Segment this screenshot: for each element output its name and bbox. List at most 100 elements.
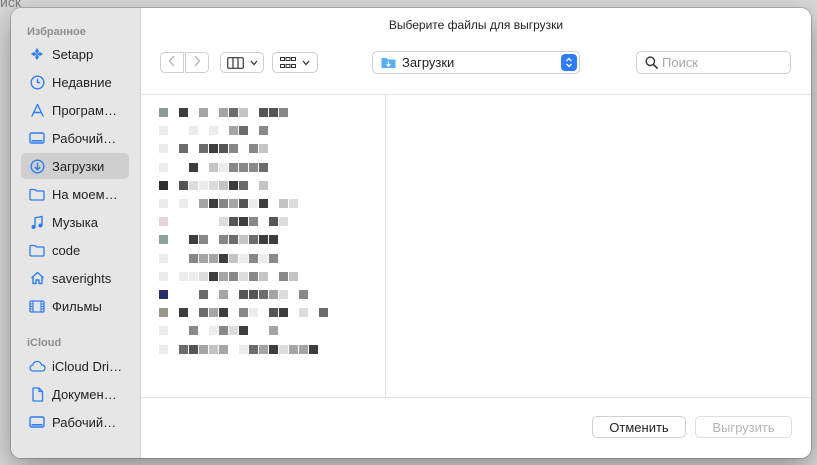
document-icon	[28, 385, 46, 403]
sidebar-item-desktop[interactable]: Рабочий…	[21, 125, 129, 151]
chevron-right-icon	[193, 54, 201, 72]
redacted-pixel	[259, 199, 268, 208]
location-label: Загрузки	[402, 55, 455, 70]
sidebar-item-label: Загрузки	[52, 158, 105, 174]
forward-button[interactable]	[185, 52, 209, 73]
sidebar-item-documents[interactable]: Докумен…	[21, 381, 129, 407]
redacted-file-row[interactable]	[159, 308, 359, 318]
file-icon	[159, 126, 168, 136]
redacted-pixel	[259, 144, 268, 154]
redacted-pixel	[189, 235, 198, 245]
redacted-pixel	[269, 253, 278, 263]
redacted-pixel	[189, 344, 198, 354]
file-icon	[159, 235, 168, 245]
redacted-pixel	[179, 344, 188, 354]
sidebar-item-icloud-desktop[interactable]: Рабочий…	[21, 409, 129, 435]
redacted-file-row[interactable]	[159, 108, 359, 117]
redacted-pixel	[319, 308, 328, 318]
search-input[interactable]	[662, 55, 780, 70]
redacted-file-row[interactable]	[159, 235, 359, 245]
redacted-pixel	[239, 126, 248, 136]
file-icon	[159, 199, 168, 208]
redacted-file-row[interactable]	[159, 126, 359, 136]
location-popup[interactable]: Загрузки	[372, 51, 580, 74]
redacted-file-row[interactable]	[159, 217, 359, 227]
redacted-pixel	[269, 235, 278, 245]
sidebar-item-music[interactable]: Музыка	[21, 209, 129, 235]
preview-column	[386, 95, 811, 397]
redacted-file-row[interactable]	[159, 180, 359, 190]
redacted-file-row[interactable]	[159, 326, 359, 336]
redacted-file-row[interactable]	[159, 290, 359, 299]
folder-icon	[28, 185, 46, 203]
redacted-pixel	[259, 253, 268, 263]
redacted-pixel	[179, 199, 188, 208]
sidebar-item-setapp[interactable]: Setapp	[21, 41, 129, 67]
redacted-pixel	[189, 126, 198, 136]
redacted-file-row[interactable]	[159, 344, 359, 354]
redacted-pixel	[269, 344, 278, 354]
file-icon	[159, 180, 168, 190]
file-column	[141, 95, 386, 397]
file-icon	[159, 271, 168, 281]
back-button[interactable]	[160, 52, 184, 73]
redacted-pixel	[199, 271, 208, 281]
file-browser	[141, 94, 811, 398]
redacted-pixel	[259, 162, 268, 172]
favorites-section-title: Избранное	[27, 26, 86, 38]
redacted-file-row[interactable]	[159, 144, 359, 154]
redacted-file-row[interactable]	[159, 271, 359, 281]
redacted-pixel	[239, 253, 248, 263]
sidebar-item-label: code	[52, 242, 81, 258]
redacted-pixel	[249, 217, 258, 227]
redacted-pixel	[239, 290, 248, 299]
clock-icon	[28, 73, 46, 91]
redacted-pixel	[259, 344, 268, 354]
redacted-pixel	[299, 308, 308, 318]
cancel-button[interactable]: Отменить	[592, 416, 686, 438]
redacted-pixel	[189, 326, 198, 336]
sidebar-item-recents[interactable]: Недавние	[21, 69, 129, 95]
redacted-pixel	[199, 199, 208, 208]
redacted-pixel	[209, 253, 218, 263]
chevron-down-icon	[250, 60, 258, 66]
sidebar-item-movies[interactable]: Фильмы	[21, 293, 129, 319]
file-icon	[159, 217, 168, 227]
redacted-pixel	[239, 308, 248, 318]
redacted-pixel	[229, 162, 238, 172]
redacted-pixel	[299, 344, 308, 354]
file-icon	[159, 253, 168, 263]
sidebar-item-on-my-mac[interactable]: На моем…	[21, 181, 129, 207]
redacted-pixel	[259, 126, 268, 136]
redacted-pixel	[209, 344, 218, 354]
sidebar-item-label: Програм…	[52, 102, 117, 118]
redacted-file-row[interactable]	[159, 199, 359, 208]
dialog-title: Выберите файлы для выгрузки	[388, 18, 564, 32]
redacted-pixel	[199, 344, 208, 354]
redacted-pixel	[309, 344, 318, 354]
search-field[interactable]	[636, 51, 791, 74]
redacted-pixel	[259, 271, 268, 281]
redacted-pixel	[279, 308, 288, 318]
redacted-pixel	[199, 308, 208, 318]
view-mode-button[interactable]	[220, 52, 264, 73]
desktop-icon	[28, 129, 46, 147]
redacted-pixel	[279, 290, 288, 299]
file-icon	[159, 326, 168, 336]
upload-button[interactable]: Выгрузить	[695, 416, 792, 438]
sidebar-item-icloud-drive[interactable]: iCloud Dri…	[21, 353, 129, 379]
redacted-file-row[interactable]	[159, 253, 359, 263]
sidebar-item-applications[interactable]: Програм…	[21, 97, 129, 123]
group-by-button[interactable]	[272, 52, 318, 73]
sidebar-item-code[interactable]: code	[21, 237, 129, 263]
sidebar-item-label: Фильмы	[52, 298, 102, 314]
sidebar-item-downloads[interactable]: Загрузки	[21, 153, 129, 179]
chevron-down-icon	[302, 60, 310, 66]
redacted-file-row[interactable]	[159, 162, 359, 172]
redacted-pixel	[239, 271, 248, 281]
sidebar-item-home[interactable]: saverights	[21, 265, 129, 291]
redacted-pixel	[189, 180, 198, 190]
redacted-pixel	[199, 235, 208, 245]
redacted-pixel	[239, 235, 248, 245]
redacted-pixel	[219, 108, 228, 117]
